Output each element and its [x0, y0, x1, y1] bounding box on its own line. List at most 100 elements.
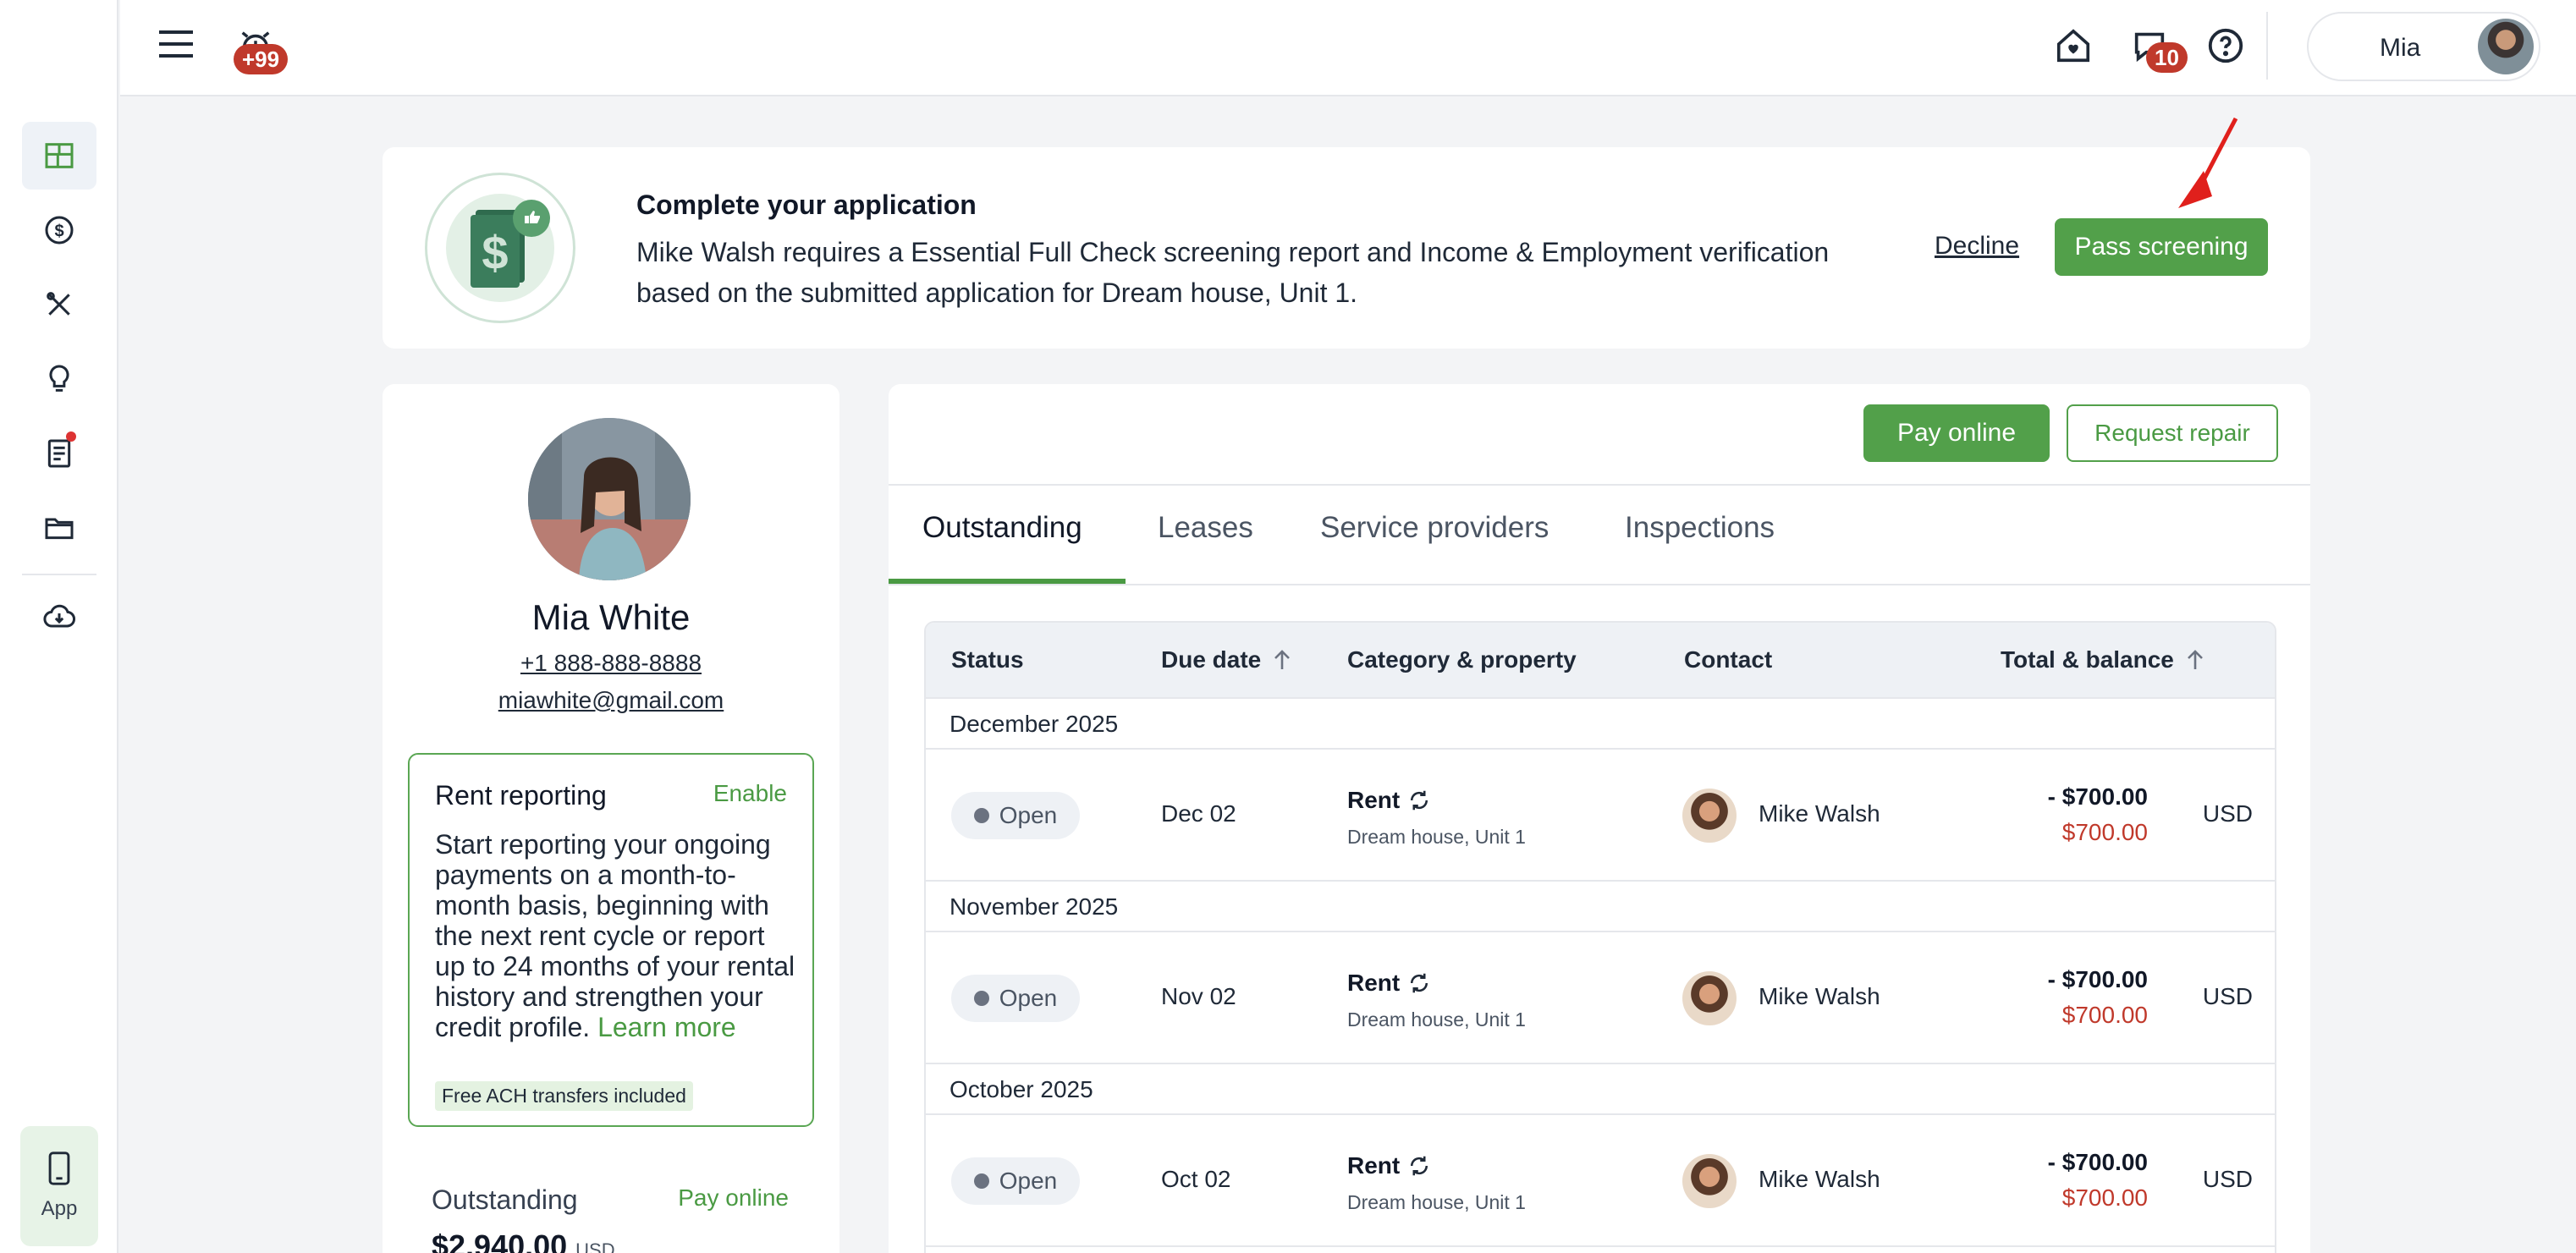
divider: [889, 484, 2310, 486]
total-amount: - $700.00: [2047, 966, 2148, 992]
table-row[interactable]: Open Nov 02 Rent Dream house, Unit 1 Mik…: [926, 932, 2275, 1064]
tab-outstanding[interactable]: Outstanding: [922, 511, 1082, 545]
currency: USD: [2202, 1166, 2253, 1192]
currency: USD: [2202, 983, 2253, 1009]
balance-amount: $700.00: [2061, 819, 2148, 845]
month-group-header: October 2025: [926, 1064, 2275, 1115]
table-header: Status Due date Category & property Cont…: [926, 623, 2275, 699]
rent-reporting-card: Rent reporting Enable Start reporting yo…: [408, 753, 814, 1127]
status-badge: Open: [951, 792, 1080, 839]
header-category: Category & property: [1347, 646, 1577, 673]
rent-reporting-text: Start reporting your ongoing payments on…: [435, 829, 795, 1042]
tab-service-providers[interactable]: Service providers: [1320, 511, 1549, 545]
download-icon[interactable]: [22, 584, 96, 651]
outstanding-pay-online-link[interactable]: Pay online: [678, 1184, 789, 1212]
property: Dream house, Unit 1: [1347, 1191, 1526, 1213]
documents-icon[interactable]: [22, 420, 96, 487]
due-date: Oct 02: [1161, 1166, 1231, 1192]
status-badge: Open: [951, 1157, 1080, 1205]
tab-inspections[interactable]: Inspections: [1625, 511, 1775, 545]
rail-divider: [22, 574, 96, 575]
banner-title: Complete your application: [636, 190, 977, 220]
sidebar: $ App: [0, 0, 118, 1253]
month-group-header: November 2025: [926, 882, 2275, 932]
ach-chip: Free ACH transfers included: [435, 1081, 693, 1111]
outstanding-title: Outstanding: [432, 1184, 578, 1215]
divider: [889, 584, 2310, 585]
application-banner: $ Complete your application Mike Walsh r…: [383, 147, 2310, 349]
user-name: Mia: [2380, 34, 2421, 62]
pass-screening-button[interactable]: Pass screening: [2055, 218, 2268, 276]
due-date: Nov 02: [1161, 983, 1236, 1009]
maintenance-icon[interactable]: [22, 271, 96, 338]
messages-badge: 10: [2146, 42, 2188, 73]
status-badge: Open: [951, 975, 1080, 1022]
profile-email-link[interactable]: miawhite@gmail.com: [383, 687, 839, 714]
contact-name: Mike Walsh: [1759, 1166, 1880, 1192]
profile-name: Mia White: [531, 597, 691, 637]
header-contact: Contact: [1684, 646, 1773, 673]
tab-leases[interactable]: Leases: [1158, 511, 1253, 545]
home-icon[interactable]: [2050, 22, 2097, 69]
profile-avatar: [528, 418, 691, 580]
avatar: [1682, 789, 1737, 843]
category: Rent: [1347, 970, 1432, 997]
unread-dot: [66, 431, 76, 442]
recurring-icon: [1411, 1156, 1428, 1176]
annotation-arrow-icon: [2178, 117, 2238, 208]
app-button[interactable]: App: [20, 1126, 98, 1246]
property: Dream house, Unit 1: [1347, 1008, 1526, 1030]
svg-text:$: $: [482, 226, 508, 279]
user-menu[interactable]: Mia: [2307, 12, 2540, 81]
avatar: [1682, 971, 1737, 1025]
phone-icon: [48, 1151, 70, 1185]
notifications-badge: +99: [234, 44, 289, 74]
topbar: +99 10 Mia: [120, 0, 2576, 96]
learn-more-link[interactable]: Learn more: [597, 1012, 736, 1042]
topbar-divider: [2266, 12, 2268, 80]
contact-name: Mike Walsh: [1759, 983, 1880, 1009]
dashboard-icon[interactable]: [22, 122, 96, 190]
category: Rent: [1347, 1152, 1432, 1179]
table-row[interactable]: Open Dec 02 Rent Dream house, Unit 1 Mik…: [926, 750, 2275, 882]
rent-reporting-title: Rent reporting: [435, 780, 607, 811]
avatar: [2478, 19, 2534, 74]
app-label: App: [41, 1197, 78, 1220]
outstanding-amount: $2,940.00 USD: [432, 1228, 615, 1253]
sort-arrow-icon: [1274, 650, 1291, 669]
outstanding-table: Status Due date Category & property Cont…: [924, 621, 2276, 1253]
currency: USD: [2202, 800, 2253, 827]
menu-icon[interactable]: [156, 24, 196, 64]
main-panel: Pay online Request repair Outstanding Le…: [889, 384, 2310, 1253]
sort-arrow-icon: [2187, 650, 2203, 669]
request-repair-button[interactable]: Request repair: [2067, 404, 2278, 462]
header-due-date[interactable]: Due date: [1161, 646, 1291, 673]
table-row[interactable]: Open Oct 02 Rent Dream house, Unit 1 Mik…: [926, 1115, 2275, 1247]
property: Dream house, Unit 1: [1347, 826, 1526, 848]
pay-online-button[interactable]: Pay online: [1863, 404, 2050, 462]
month-group-header: December 2025: [926, 699, 2275, 750]
outstanding-currency: USD: [575, 1239, 615, 1253]
balance-amount: $700.00: [2061, 1002, 2148, 1028]
profile-card: Mia White +1 888-888-8888 miawhite@gmail…: [383, 384, 839, 1253]
category: Rent: [1347, 787, 1432, 814]
contact-name: Mike Walsh: [1759, 800, 1880, 827]
recurring-icon: [1411, 790, 1428, 811]
total-amount: - $700.00: [2047, 783, 2148, 810]
header-total[interactable]: Total & balance: [2001, 646, 2204, 673]
payments-icon[interactable]: $: [22, 196, 96, 264]
enable-rent-reporting-link[interactable]: Enable: [713, 780, 787, 807]
files-icon[interactable]: [22, 494, 96, 562]
screening-logo: $: [425, 173, 575, 323]
recurring-icon: [1411, 973, 1428, 993]
profile-phone-link[interactable]: +1 888-888-8888: [383, 650, 839, 677]
header-status: Status: [951, 646, 1024, 673]
balance-amount: $700.00: [2061, 1184, 2148, 1211]
svg-text:$: $: [54, 223, 63, 241]
due-date: Dec 02: [1161, 800, 1236, 827]
help-icon[interactable]: [2202, 22, 2249, 69]
banner-text: Mike Walsh requires a Essential Full Che…: [636, 237, 1830, 308]
insights-icon[interactable]: [22, 345, 96, 413]
decline-link[interactable]: Decline: [1935, 232, 2019, 261]
total-amount: - $700.00: [2047, 1149, 2148, 1175]
